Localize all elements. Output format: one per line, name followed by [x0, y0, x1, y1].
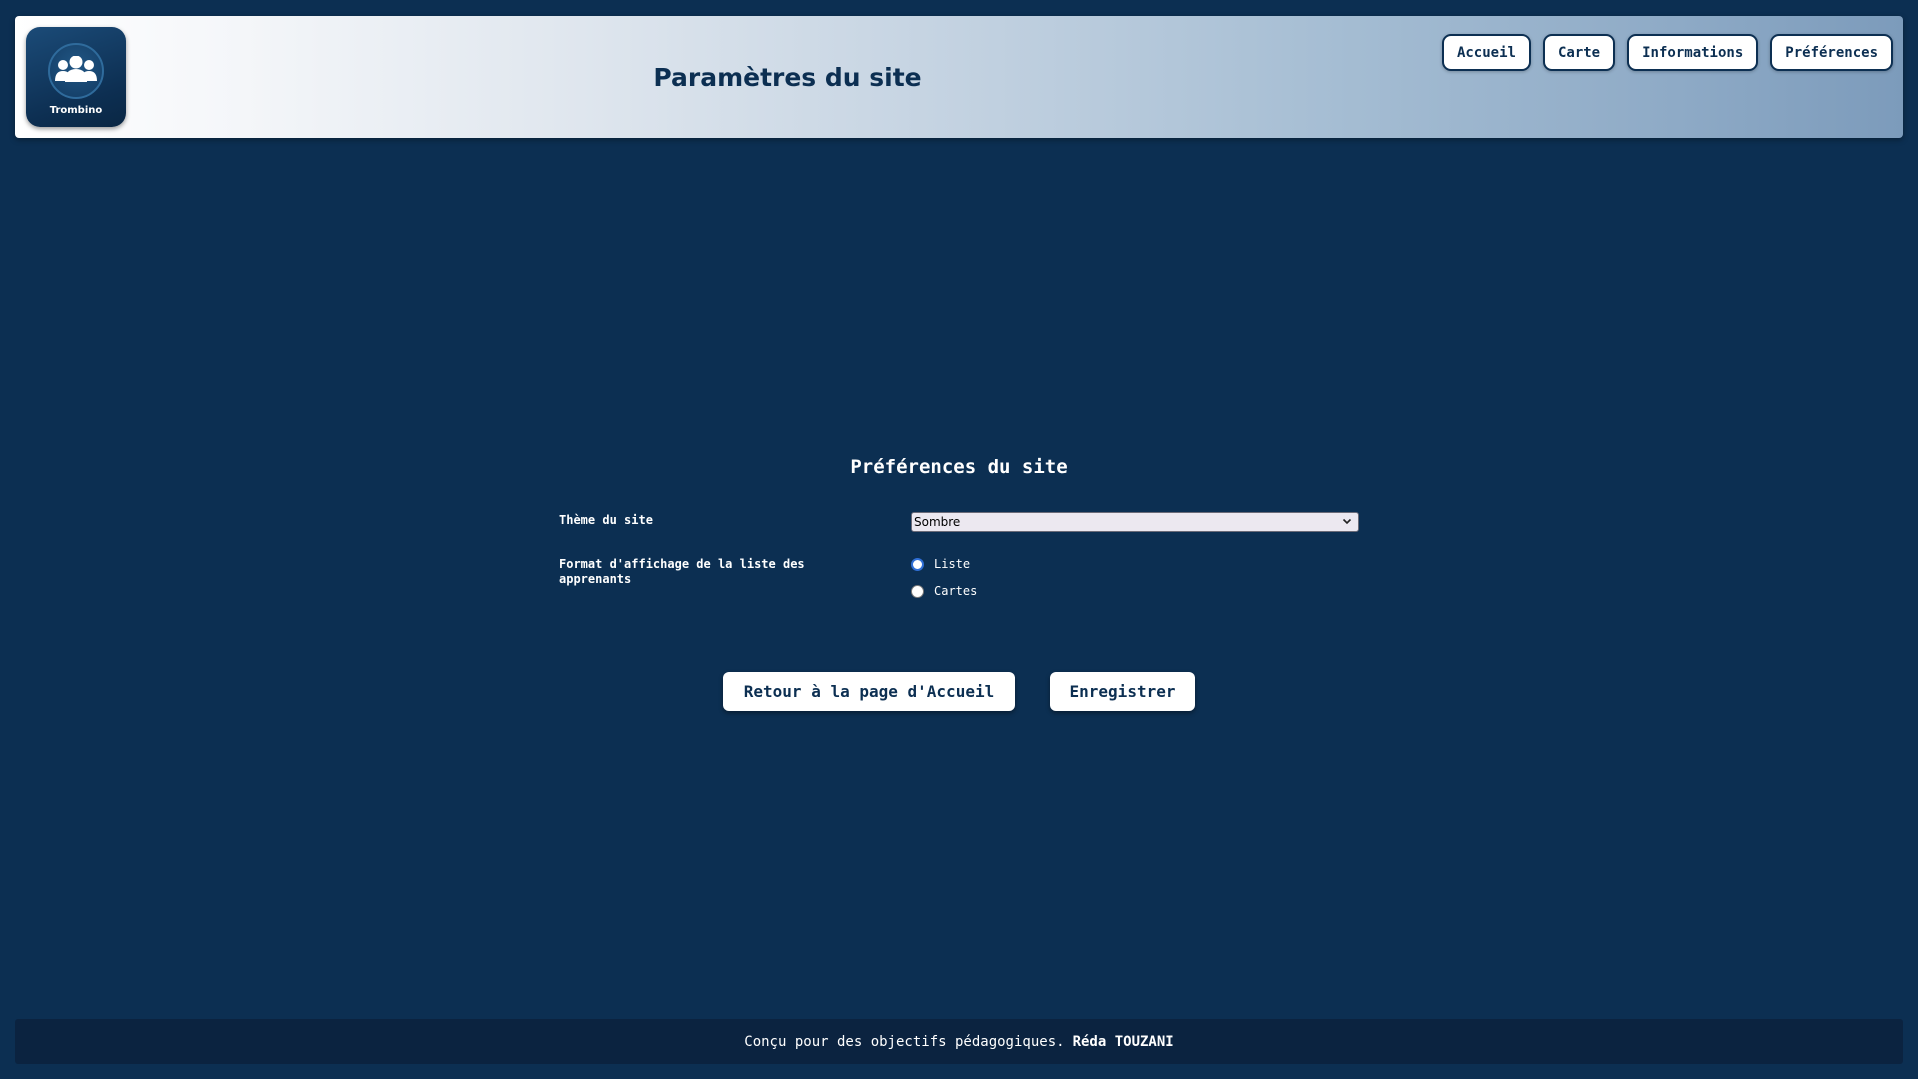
nav-carte-button[interactable]: Carte [1542, 34, 1616, 71]
nav-preferences-button[interactable]: Préférences [1770, 34, 1893, 71]
theme-select[interactable]: Sombre [911, 512, 1359, 532]
display-format-label: Format d'affichage de la liste des appre… [559, 557, 805, 586]
logo-text: Trombino [49, 105, 103, 116]
chevron-down-icon [1341, 515, 1353, 530]
footer-text: Conçu pour des objectifs pédagogiques. [744, 1033, 1065, 1050]
site-header: Trombino Paramètres du site Accueil Cart… [15, 16, 1903, 138]
radio-cartes-label: Cartes [934, 584, 978, 598]
theme-label: Thème du site [559, 513, 653, 527]
site-footer: Conçu pour des objectifs pédagogiques. R… [15, 1019, 1903, 1064]
save-button[interactable]: Enregistrer [1050, 672, 1195, 711]
footer-author: Réda TOUZANI [1072, 1033, 1174, 1050]
radio-option-liste[interactable]: Liste [911, 557, 970, 571]
nav-accueil-button[interactable]: Accueil [1441, 34, 1531, 71]
theme-select-value: Sombre [914, 515, 961, 529]
main-nav: Accueil Carte Informations Préférences [1441, 34, 1893, 71]
section-title: Préférences du site [850, 456, 1068, 478]
radio-liste[interactable] [911, 557, 924, 571]
back-home-button[interactable]: Retour à la page d'Accueil [723, 672, 1015, 711]
radio-cartes[interactable] [911, 584, 924, 598]
nav-informations-button[interactable]: Informations [1627, 34, 1759, 71]
radio-liste-label: Liste [934, 557, 971, 571]
page-title: Paramètres du site [653, 63, 922, 92]
radio-option-cartes[interactable]: Cartes [911, 584, 977, 598]
